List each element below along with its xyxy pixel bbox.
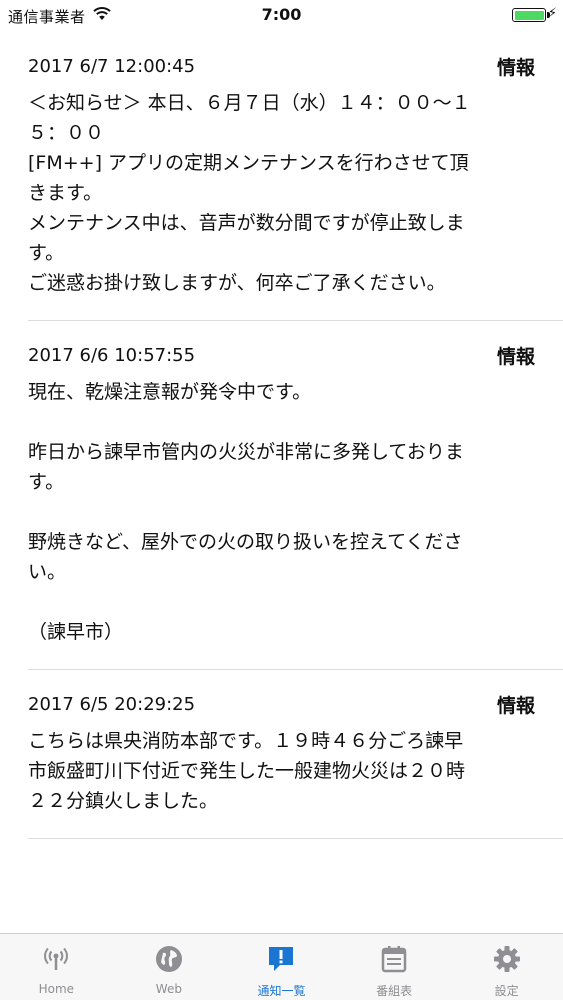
tab-web[interactable]: Web	[113, 934, 226, 1000]
tab-home[interactable]: Home	[0, 934, 113, 1000]
status-time: 7:00	[261, 5, 302, 24]
tab-label: 通知一覧	[257, 984, 306, 998]
charging-icon: ⚡	[547, 6, 557, 21]
antenna-icon	[41, 944, 71, 974]
notice-body: こちらは県央消防本部です。１９時４６分ごろ諫早 市飯盛町川下付近で発生した一般建…	[28, 730, 466, 812]
tab-label: 設定	[494, 984, 519, 998]
battery-icon	[512, 8, 550, 22]
notice-date: 2017 6/7 12:00:45	[28, 55, 196, 77]
tab-notices[interactable]: 通知一覧	[225, 934, 338, 1000]
notice-type: 情報	[496, 345, 535, 368]
notice-date: 2017 6/5 20:29:25	[28, 693, 196, 715]
gear-icon	[492, 944, 522, 974]
notice-body: 現在、乾燥注意報が発令中です。 昨日から諫早市管内の火災が非常に多発しておりま …	[28, 381, 464, 643]
status-bar: 通信事業者 7:00 ⚡	[0, 0, 563, 30]
tab-label: Home	[38, 982, 75, 996]
tab-settings[interactable]: 設定	[450, 934, 563, 1000]
tab-bar: Home Web 通知一覧 番組表 設定	[0, 933, 563, 1000]
notice-type: 情報	[496, 56, 535, 79]
calendar-icon	[379, 944, 409, 974]
notice-date: 2017 6/6 10:57:55	[28, 344, 196, 366]
notice-feed[interactable]: 2017 6/7 12:00:45 情報 ＜お知らせ＞ 本日、６月７日（水）１４…	[0, 32, 563, 932]
globe-icon	[154, 944, 184, 974]
notice-item[interactable]: 2017 6/6 10:57:55 情報 現在、乾燥注意報が発令中です。 昨日か…	[28, 335, 563, 670]
tab-label: Web	[155, 982, 182, 996]
notice-icon	[266, 944, 296, 974]
screen: 通信事業者 7:00 ⚡ 2017 6/7 12:00:45 情報 ＜お知らせ＞…	[0, 0, 563, 1000]
tab-label: 番組表	[376, 984, 413, 998]
notice-type: 情報	[496, 694, 535, 717]
notice-body: ＜お知らせ＞ 本日、６月７日（水）１４：００～１ ５：００ [FM++] アプリ…	[28, 92, 471, 294]
tab-schedule[interactable]: 番組表	[338, 934, 451, 1000]
notice-item[interactable]: 2017 6/5 20:29:25 情報 こちらは県央消防本部です。１９時４６分…	[28, 684, 563, 839]
notice-item[interactable]: 2017 6/7 12:00:45 情報 ＜お知らせ＞ 本日、６月７日（水）１４…	[28, 46, 563, 321]
